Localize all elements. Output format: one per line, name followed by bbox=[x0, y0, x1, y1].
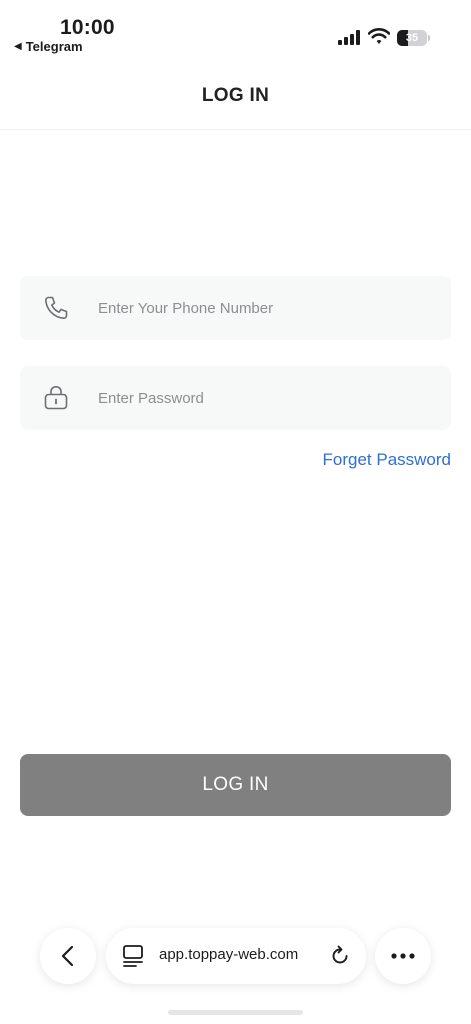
status-bar: 10:00 ◀ Telegram 35 bbox=[0, 0, 471, 62]
browser-back-button[interactable] bbox=[40, 928, 96, 984]
phone-input[interactable] bbox=[98, 276, 438, 340]
url-bar[interactable]: app.toppay-web.com bbox=[106, 928, 366, 984]
password-field[interactable] bbox=[20, 366, 451, 430]
battery-cap bbox=[428, 35, 430, 41]
more-options-button[interactable] bbox=[375, 928, 431, 984]
battery-indicator: 35 bbox=[397, 30, 431, 46]
phone-icon bbox=[45, 296, 68, 319]
tabs-icon bbox=[123, 945, 143, 967]
back-app-label: Telegram bbox=[25, 39, 83, 54]
home-indicator bbox=[168, 1010, 303, 1015]
reload-icon[interactable] bbox=[328, 944, 352, 968]
battery-level-text: 35 bbox=[405, 32, 419, 44]
lock-icon bbox=[44, 385, 68, 410]
page-header: LOG IN bbox=[0, 62, 471, 130]
login-button[interactable]: LOG IN bbox=[20, 754, 451, 816]
url-text: app.toppay-web.com bbox=[159, 946, 299, 963]
more-dots-icon bbox=[391, 953, 415, 959]
back-to-app-link[interactable]: ◀ Telegram bbox=[14, 39, 83, 54]
battery-body: 35 bbox=[397, 30, 427, 46]
status-time: 10:00 bbox=[60, 16, 115, 39]
chevron-left-icon bbox=[61, 945, 74, 967]
forgot-password-link[interactable]: Forget Password bbox=[323, 450, 452, 470]
back-triangle-icon: ◀ bbox=[14, 41, 22, 52]
cellular-signal-icon bbox=[338, 30, 360, 45]
password-input[interactable] bbox=[98, 366, 438, 430]
page-title: LOG IN bbox=[201, 84, 270, 106]
wifi-icon bbox=[368, 28, 390, 44]
login-button-label: LOG IN bbox=[202, 774, 269, 795]
phone-field[interactable] bbox=[20, 276, 451, 340]
browser-toolbar: app.toppay-web.com bbox=[0, 920, 471, 992]
